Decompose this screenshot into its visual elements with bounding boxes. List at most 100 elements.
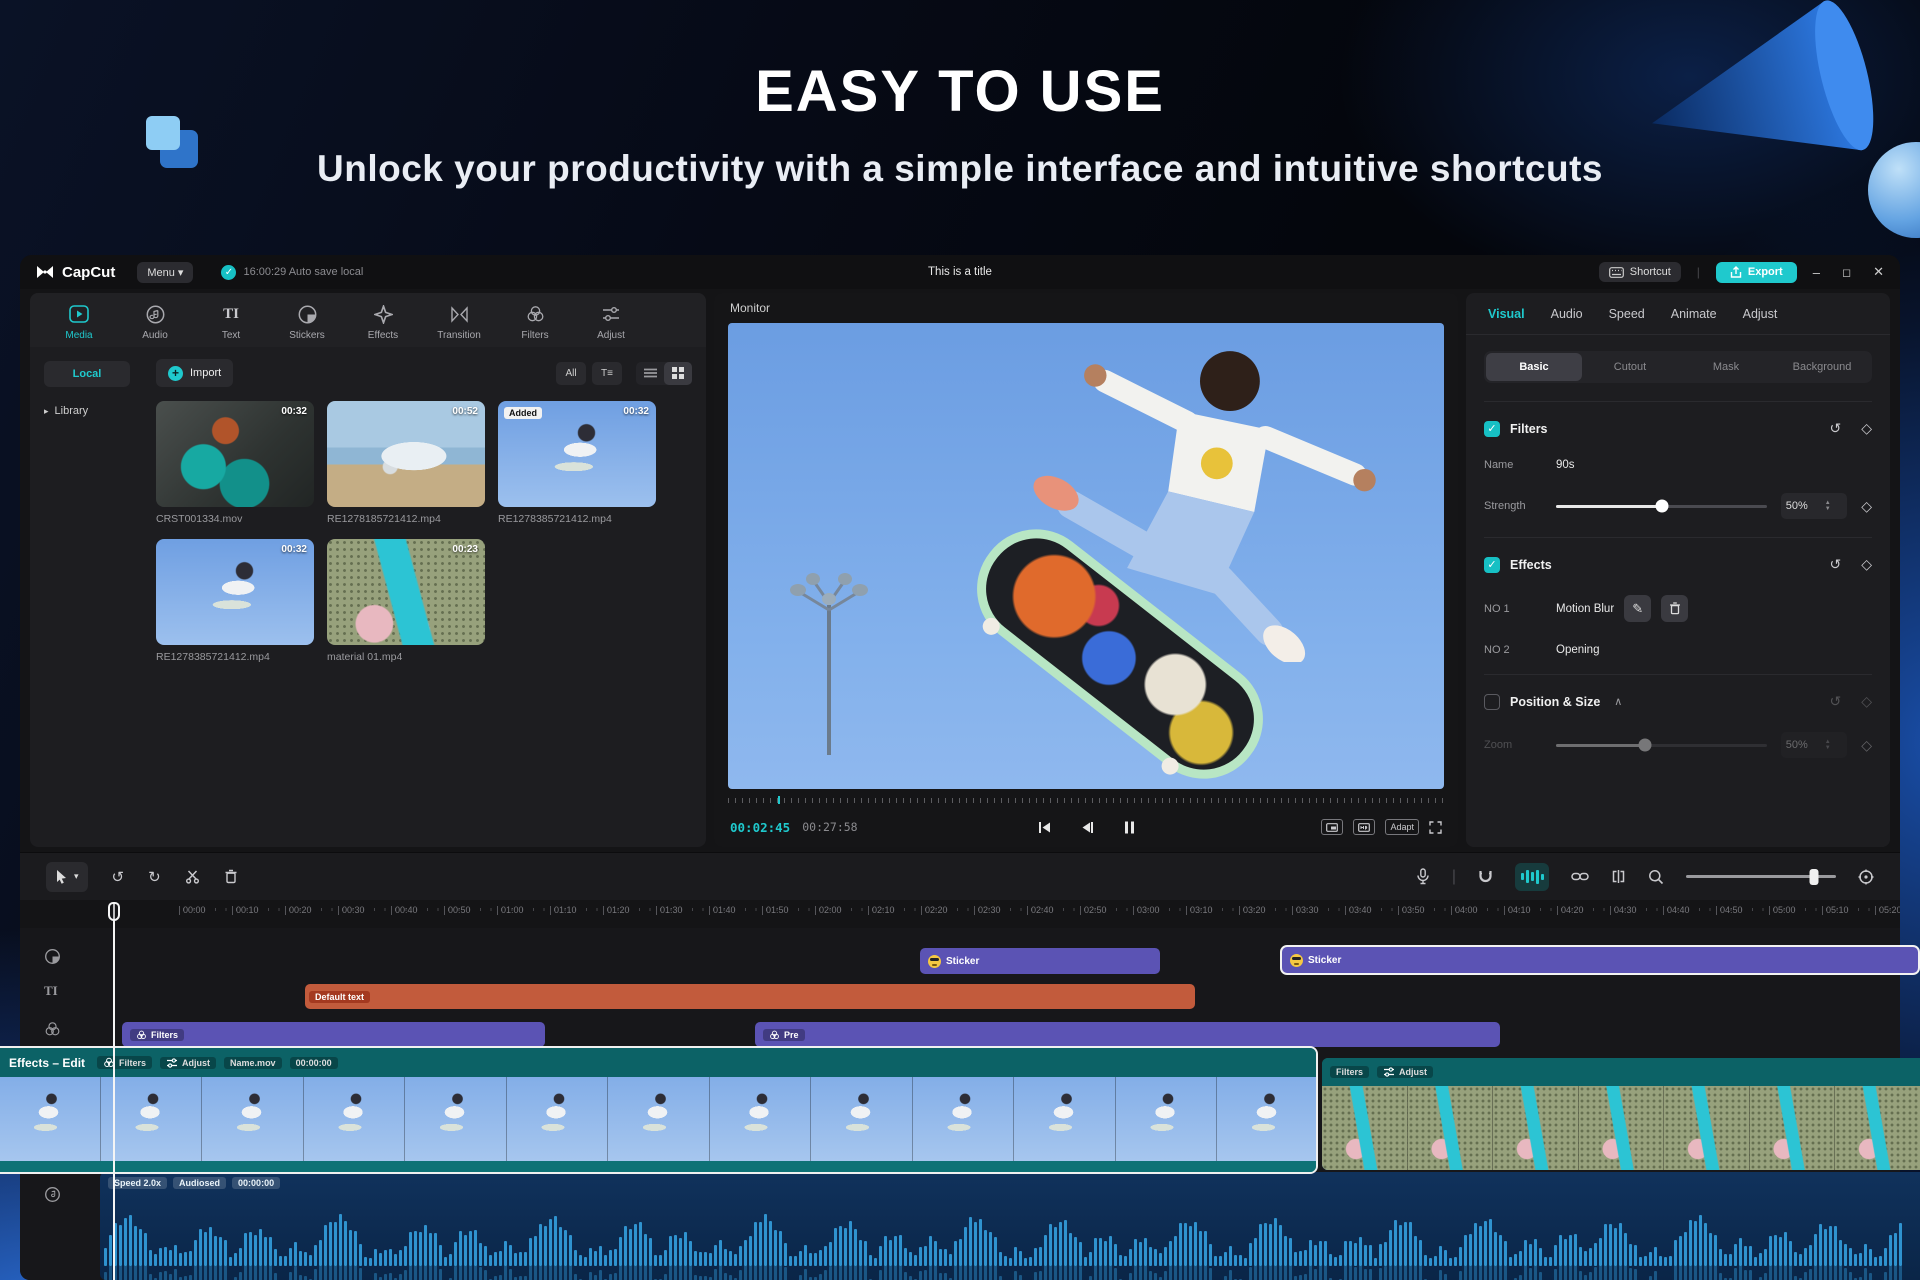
selected-clip-popup[interactable]: Effects – Edit Filters Adjust Name.mov 0… — [0, 1046, 1318, 1174]
media-thumbnail[interactable]: 00:23 — [327, 539, 485, 645]
maximize-button[interactable]: ◻ — [1842, 266, 1851, 279]
media-item[interactable]: 00:32 CRST001334.mov — [156, 401, 314, 525]
media-thumbnail[interactable]: Added 00:32 — [498, 401, 656, 507]
tab-adjust[interactable]: Adjust — [574, 303, 648, 341]
audio-clip[interactable]: Speed 2.0x Audiosed 00:00:00 — [100, 1172, 1920, 1280]
strength-value-box[interactable]: 50% ▲▼ — [1781, 493, 1847, 519]
position-size-checkbox[interactable] — [1484, 694, 1500, 710]
tab-speed[interactable]: Speed — [1609, 307, 1645, 321]
subtab-background[interactable]: Background — [1774, 353, 1870, 381]
duration-badge: 00:52 — [452, 406, 478, 417]
keyframe-icon[interactable]: ◇ — [1861, 737, 1872, 754]
scrubber-playhead — [778, 796, 780, 804]
collapse-caret-icon[interactable]: ∧ — [1614, 695, 1622, 708]
keyframe-icon[interactable]: ◇ — [1861, 498, 1872, 515]
clip2-adjust-chip[interactable]: Adjust — [1377, 1066, 1433, 1078]
tab-text[interactable]: TI Text — [194, 303, 268, 341]
monitor-scrubber[interactable] — [728, 795, 1444, 807]
tab-media[interactable]: Media — [42, 303, 116, 341]
media-thumbnail[interactable]: 00:32 — [156, 401, 314, 507]
edit-effect-button[interactable]: ✎ — [1624, 595, 1651, 622]
filter-type-button[interactable]: T≡ — [592, 362, 622, 385]
pause-icon[interactable] — [1124, 821, 1135, 834]
text-clip[interactable]: Default text — [305, 984, 1195, 1009]
tab-filters[interactable]: Filters — [498, 303, 572, 341]
split-preview-button[interactable] — [1611, 869, 1626, 884]
library-button[interactable]: ▸ Library — [44, 405, 148, 417]
select-tool-button[interactable]: ▾ — [46, 862, 88, 892]
adapt-button[interactable]: Adapt — [1385, 819, 1419, 835]
tab-audio-inspector[interactable]: Audio — [1551, 307, 1583, 321]
export-button[interactable]: Export — [1716, 262, 1797, 283]
stepper-arrows[interactable]: ▲▼ — [1812, 500, 1847, 512]
import-button[interactable]: + Import — [156, 359, 233, 387]
chevron-right-icon: ▸ — [44, 406, 49, 417]
timeline-ruler[interactable]: 00:0000:1000:2000:3000:4000:5001:0001:10… — [20, 900, 1900, 928]
reset-icon[interactable]: ↺ — [1829, 693, 1841, 710]
zoom-value-box[interactable]: 50% ▲▼ — [1781, 732, 1847, 758]
subtab-cutout[interactable]: Cutout — [1582, 353, 1678, 381]
timeline-playhead[interactable] — [113, 902, 115, 1280]
reset-icon[interactable]: ↺ — [1829, 420, 1841, 437]
keyframe-icon[interactable]: ◇ — [1861, 556, 1872, 573]
zoom-out-icon[interactable] — [1648, 869, 1664, 885]
keyframe-icon[interactable]: ◇ — [1861, 420, 1872, 437]
redo-button[interactable]: ↻ — [148, 868, 161, 886]
media-item[interactable]: 00:23 material 01.mp4 — [327, 539, 485, 663]
clip2-filters-chip[interactable]: Filters — [1330, 1066, 1369, 1078]
delete-effect-button[interactable] — [1661, 595, 1688, 622]
link-toggle-button[interactable] — [1571, 871, 1589, 882]
preview-quality-icon[interactable] — [1321, 819, 1343, 835]
skip-start-icon[interactable] — [1038, 821, 1051, 834]
playhead-handle[interactable] — [108, 902, 120, 921]
media-item[interactable]: Added 00:32 RE1278385721412.mp4 — [498, 401, 656, 525]
waveform-toggle-button[interactable] — [1515, 863, 1549, 891]
split-tool-button[interactable] — [185, 869, 200, 884]
audio-icon — [144, 303, 166, 325]
media-thumbnail[interactable]: 00:32 — [156, 539, 314, 645]
magnet-snap-button[interactable] — [1478, 869, 1493, 884]
shortcut-button[interactable]: Shortcut — [1599, 262, 1681, 282]
media-thumbnail[interactable]: 00:52 — [327, 401, 485, 507]
reset-icon[interactable]: ↺ — [1829, 556, 1841, 573]
keyframe-icon[interactable]: ◇ — [1861, 693, 1872, 710]
close-button[interactable]: ✕ — [1873, 264, 1884, 280]
zoom-property-slider[interactable] — [1556, 744, 1767, 747]
tab-effects[interactable]: Effects — [346, 303, 420, 341]
effects-checkbox[interactable]: ✓ — [1484, 557, 1500, 573]
step-back-icon[interactable] — [1081, 821, 1094, 834]
popup-filters-chip[interactable]: Filters — [97, 1056, 152, 1069]
resolution-icon[interactable] — [1353, 819, 1375, 835]
tab-audio[interactable]: Audio — [118, 303, 192, 341]
timeline-zoom-slider[interactable] — [1686, 875, 1836, 878]
sticker-clip-1[interactable]: Sticker — [920, 948, 1160, 974]
tab-transition[interactable]: Transition — [422, 303, 496, 341]
subtab-basic[interactable]: Basic — [1486, 353, 1582, 381]
subtab-mask[interactable]: Mask — [1678, 353, 1774, 381]
grid-view-button[interactable] — [664, 362, 692, 385]
media-item[interactable]: 00:32 RE1278385721412.mp4 — [156, 539, 314, 663]
second-video-clip[interactable]: Filters Adjust — [1322, 1058, 1920, 1170]
strength-slider[interactable] — [1556, 505, 1767, 508]
fullscreen-icon[interactable] — [1429, 821, 1442, 834]
tab-stickers[interactable]: Stickers — [270, 303, 344, 341]
delete-button[interactable] — [224, 869, 238, 884]
filters-clip[interactable]: Filters — [122, 1022, 545, 1047]
popup-adjust-chip[interactable]: Adjust — [160, 1057, 216, 1069]
sticker-clip-2-selected[interactable]: Sticker — [1280, 945, 1920, 975]
undo-button[interactable]: ↺ — [112, 868, 125, 886]
pre-filter-clip[interactable]: Pre — [755, 1022, 1500, 1047]
filter-all-button[interactable]: All — [556, 362, 586, 385]
filters-checkbox[interactable]: ✓ — [1484, 421, 1500, 437]
fit-timeline-icon[interactable] — [1858, 869, 1874, 885]
tab-adjust-inspector[interactable]: Adjust — [1743, 307, 1778, 321]
stepper-arrows[interactable]: ▲▼ — [1812, 739, 1847, 751]
tab-visual[interactable]: Visual — [1488, 307, 1525, 321]
list-view-button[interactable] — [636, 362, 664, 385]
media-item[interactable]: 00:52 RE1278185721412.mp4 — [327, 401, 485, 525]
tab-animate[interactable]: Animate — [1671, 307, 1717, 321]
local-button[interactable]: Local — [44, 361, 130, 387]
voiceover-mic-button[interactable] — [1416, 868, 1430, 885]
ruler-label: 04:00 — [1455, 905, 1478, 915]
minimize-button[interactable]: – — [1813, 265, 1820, 280]
